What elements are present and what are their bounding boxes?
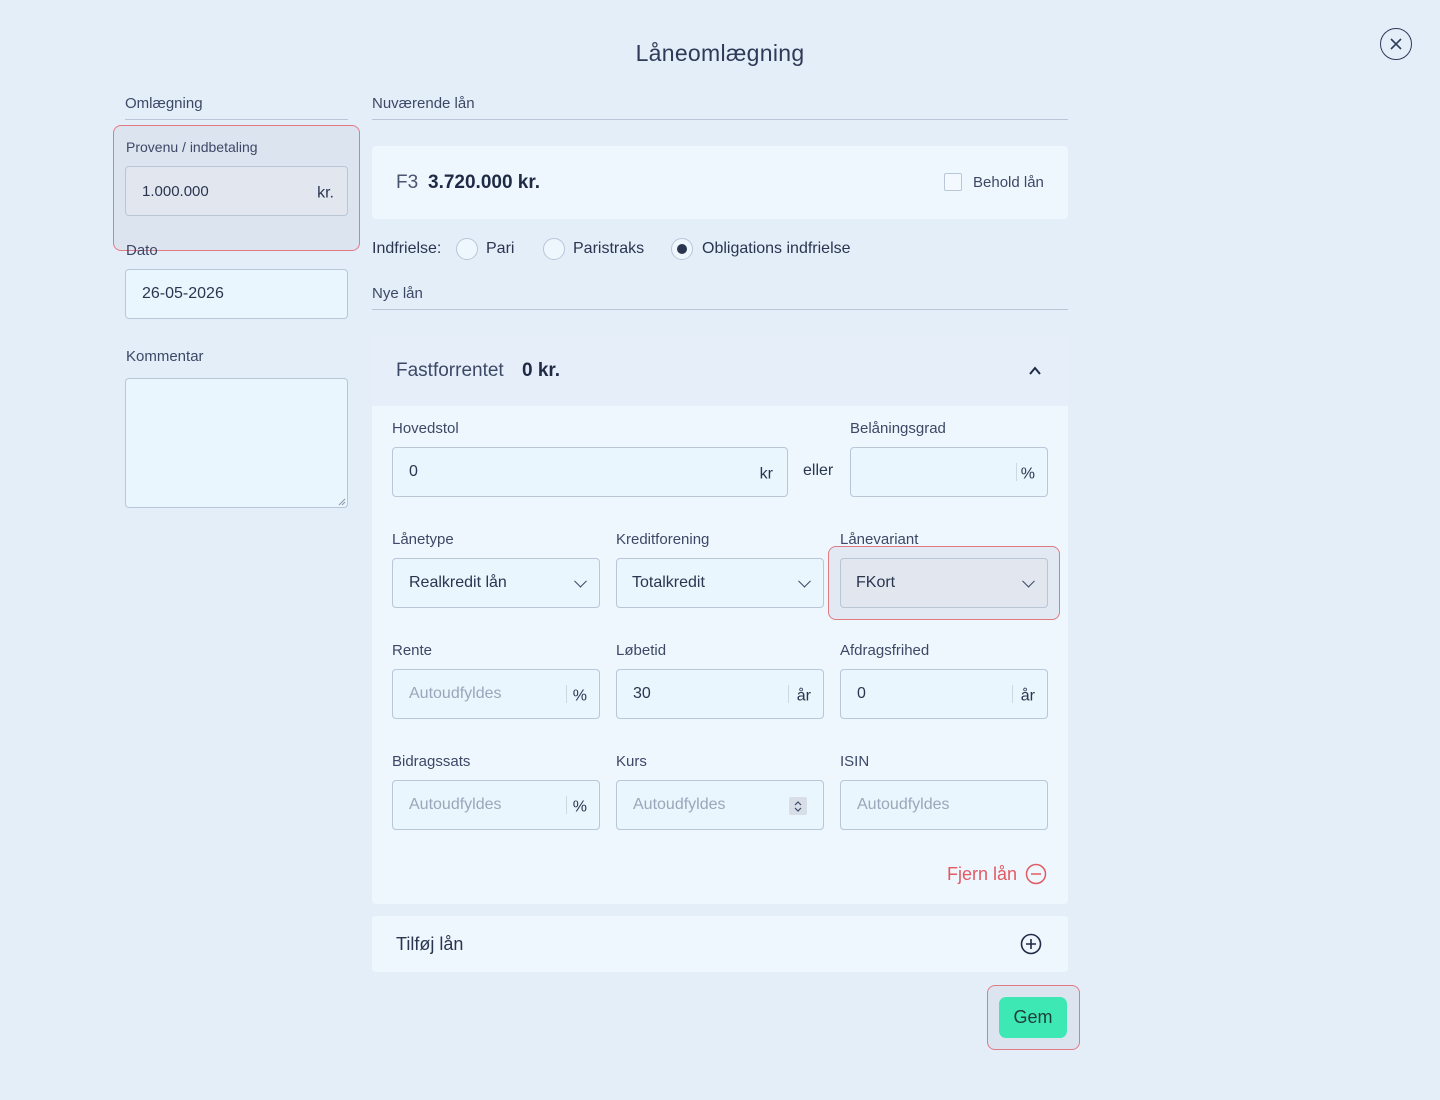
loan-type-value: Realkredit lån [409, 574, 507, 591]
redemption-label: Indfrielse: [372, 240, 442, 257]
variant-select[interactable]: FKort [840, 558, 1048, 608]
radio-obligations-indfrielse[interactable] [671, 238, 693, 260]
modal-title: Låneomlægning [635, 40, 805, 66]
proceeds-label: Provenu / indbetaling [126, 139, 258, 155]
ltv-label: Belåningsgrad [850, 420, 946, 437]
or-label: eller [803, 462, 834, 479]
section-label-new-loans: Nye lån [372, 285, 1068, 310]
interest-only-label: Afdragsfrihed [840, 642, 930, 659]
principal-label: Hovedstol [392, 420, 459, 437]
variant-value: FKort [856, 574, 896, 591]
plus-circle-icon[interactable] [1020, 933, 1042, 955]
term-label: Løbetid [616, 642, 667, 659]
keep-loan-checkbox[interactable] [944, 173, 962, 191]
radio-obligations-indfrielse-label: Obligations indfrielse [702, 240, 851, 257]
add-loan-label: Tilføj lån [396, 934, 464, 954]
chevron-up-icon[interactable] [1028, 364, 1042, 378]
rate-placeholder: Autoudfyldes [409, 685, 502, 702]
proceeds-unit: kr. [317, 184, 334, 202]
loan-type-label: Lånetype [392, 531, 454, 548]
term-input[interactable]: 30 år [616, 669, 824, 719]
current-loan-card: F3 3.720.000 kr. Behold lån [372, 146, 1068, 219]
comment-label: Kommentar [126, 348, 204, 365]
radio-pari-label: Pari [486, 240, 515, 257]
isin-input[interactable]: Autoudfyldes [840, 780, 1048, 830]
add-loan-row[interactable]: Tilføj lån [372, 916, 1068, 972]
new-loan-type-title: Fastforrentet [396, 360, 504, 381]
new-loan-amount: 0 kr. [522, 360, 561, 381]
principal-value: 0 [409, 463, 418, 480]
radio-paristraks[interactable] [543, 238, 565, 260]
remove-loan-button[interactable]: Fjern lån [947, 863, 1047, 885]
section-label-omlaegning: Omlægning [125, 95, 348, 120]
proceeds-input[interactable]: 1.000.000 kr. [125, 166, 348, 216]
save-button[interactable]: Gem [999, 997, 1067, 1038]
current-loan-amount: 3.720.000 kr. [428, 172, 540, 193]
rate-input[interactable]: Autoudfyldes % [392, 669, 600, 719]
ltv-input[interactable]: % [850, 447, 1048, 497]
rate-label: Rente [392, 642, 433, 659]
isin-label: ISIN [840, 753, 870, 770]
interest-only-unit: år [1020, 687, 1035, 705]
date-input[interactable]: 26-05-2026 [125, 269, 348, 319]
principal-input[interactable]: 0 kr [392, 447, 788, 497]
interest-only-input[interactable]: 0 år [840, 669, 1048, 719]
price-label: Kurs [616, 753, 647, 770]
contribution-placeholder: Autoudfyldes [409, 796, 502, 813]
keep-loan-label: Behold lån [973, 174, 1044, 191]
comment-textarea[interactable] [125, 378, 348, 508]
contribution-label: Bidragssats [392, 753, 471, 770]
term-unit: år [796, 687, 811, 705]
new-loan-header[interactable]: Fastforrentet 0 kr. [372, 336, 1068, 406]
variant-label: Lånevariant [840, 531, 919, 548]
credit-union-label: Kreditforening [616, 531, 710, 548]
radio-pari[interactable] [456, 238, 478, 260]
ltv-unit: % [1020, 465, 1035, 483]
remove-loan-label: Fjern lån [947, 863, 1018, 884]
close-icon [1390, 38, 1402, 50]
resize-handle-icon [338, 498, 346, 506]
minus-circle-icon [1025, 863, 1047, 885]
section-label-current-loans: Nuværende lån [372, 95, 1068, 120]
term-value: 30 [633, 685, 651, 702]
credit-union-value: Totalkredit [632, 574, 705, 591]
rate-unit: % [572, 687, 587, 705]
principal-unit: kr [759, 465, 773, 483]
contribution-unit: % [572, 798, 587, 816]
loan-type-select[interactable]: Realkredit lån [392, 558, 600, 608]
date-label: Dato [126, 242, 158, 259]
date-value: 26-05-2026 [142, 285, 224, 302]
radio-paristraks-label: Paristraks [573, 240, 645, 257]
stepper-icon[interactable] [789, 797, 807, 815]
current-loan-name: F3 [396, 172, 419, 193]
interest-only-value: 0 [857, 685, 866, 702]
isin-placeholder: Autoudfyldes [857, 796, 950, 813]
credit-union-select[interactable]: Totalkredit [616, 558, 824, 608]
price-input[interactable]: Autoudfyldes [616, 780, 824, 830]
close-button[interactable] [1380, 28, 1412, 60]
contribution-input[interactable]: Autoudfyldes % [392, 780, 600, 830]
